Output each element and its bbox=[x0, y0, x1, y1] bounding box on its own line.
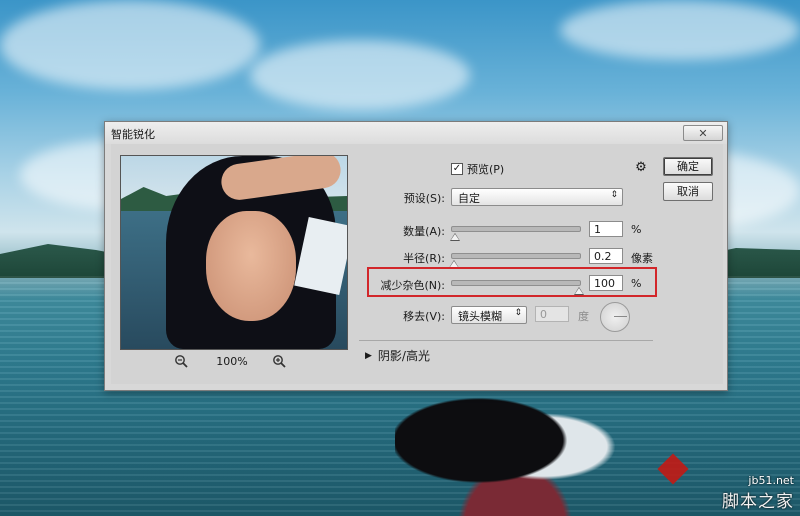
close-button[interactable]: ✕ bbox=[683, 125, 723, 141]
remove-label: 移去(V): bbox=[403, 310, 445, 323]
watermark: jb51.net 脚本之家 bbox=[722, 474, 794, 512]
watermark-name: 脚本之家 bbox=[722, 492, 794, 512]
shadows-highlights-label: 阴影/高光 bbox=[377, 349, 430, 363]
preset-label: 预设(S): bbox=[403, 192, 445, 205]
cancel-button[interactable]: 取消 bbox=[663, 182, 713, 201]
reduce-noise-slider-thumb[interactable] bbox=[574, 287, 584, 295]
preview-checkbox-label: 预览(P) bbox=[467, 163, 505, 176]
angle-unit: 度 bbox=[578, 310, 589, 323]
reduce-noise-slider-track[interactable] bbox=[451, 280, 584, 295]
preview-image[interactable] bbox=[120, 155, 348, 350]
preset-value: 自定 bbox=[458, 192, 480, 205]
dropdown-arrow-icon: ⇕ bbox=[514, 308, 522, 318]
smart-sharpen-dialog: 智能锐化 ✕ 100% ✓ 预览(P) ⚙ 预设(S): 自定 ⇕ 数量(A):… bbox=[104, 121, 728, 391]
dropdown-arrow-icon: ⇕ bbox=[610, 190, 618, 200]
radius-unit: 像素 bbox=[631, 252, 653, 265]
ok-button[interactable]: 确定 bbox=[663, 157, 713, 176]
radius-slider-track[interactable] bbox=[449, 253, 581, 268]
dialog-title: 智能锐化 bbox=[111, 128, 155, 141]
preview-checkbox[interactable]: ✓ 预览(P) bbox=[451, 161, 504, 177]
amount-slider-track[interactable] bbox=[450, 226, 581, 241]
zoom-controls: 100% bbox=[120, 354, 346, 370]
cloud bbox=[250, 40, 470, 110]
zoom-out-icon[interactable] bbox=[174, 354, 188, 368]
reduce-noise-unit: % bbox=[631, 277, 642, 290]
preview-face bbox=[206, 211, 296, 321]
reduce-noise-label: 减少杂色(N): bbox=[380, 279, 445, 292]
watermark-url: jb51.net bbox=[748, 474, 794, 487]
close-icon: ✕ bbox=[698, 126, 708, 140]
checkbox-box[interactable]: ✓ bbox=[451, 163, 463, 175]
zoom-level: 100% bbox=[216, 355, 248, 368]
amount-input[interactable]: 1 bbox=[589, 221, 623, 237]
amount-label: 数量(A): bbox=[403, 225, 445, 238]
reduce-noise-input[interactable]: 100 bbox=[589, 275, 623, 291]
amount-slider-thumb[interactable] bbox=[450, 233, 460, 241]
cloud bbox=[560, 0, 800, 60]
divider bbox=[359, 340, 653, 341]
preset-dropdown[interactable]: 自定 ⇕ bbox=[451, 188, 623, 206]
zoom-in-icon[interactable] bbox=[272, 354, 286, 368]
radius-label: 半径(R): bbox=[403, 252, 445, 265]
dialog-body: 100% ✓ 预览(P) ⚙ 预设(S): 自定 ⇕ 数量(A): 1 % 半径… bbox=[111, 144, 723, 384]
cloud bbox=[0, 0, 260, 90]
disclosure-triangle-icon: ▶ bbox=[365, 350, 372, 361]
remove-dropdown[interactable]: 镜头模糊 ⇕ bbox=[451, 306, 527, 324]
radius-input[interactable]: 0.2 bbox=[589, 248, 623, 264]
remove-value: 镜头模糊 bbox=[458, 310, 502, 323]
shadows-highlights-toggle[interactable]: ▶ 阴影/高光 bbox=[365, 347, 430, 364]
gear-icon[interactable]: ⚙ bbox=[633, 160, 649, 176]
dialog-titlebar[interactable]: 智能锐化 ✕ bbox=[105, 122, 727, 144]
angle-dial-icon bbox=[600, 302, 630, 332]
amount-unit: % bbox=[631, 223, 642, 236]
photo-subject bbox=[395, 390, 635, 516]
angle-input: 0 bbox=[535, 306, 569, 322]
